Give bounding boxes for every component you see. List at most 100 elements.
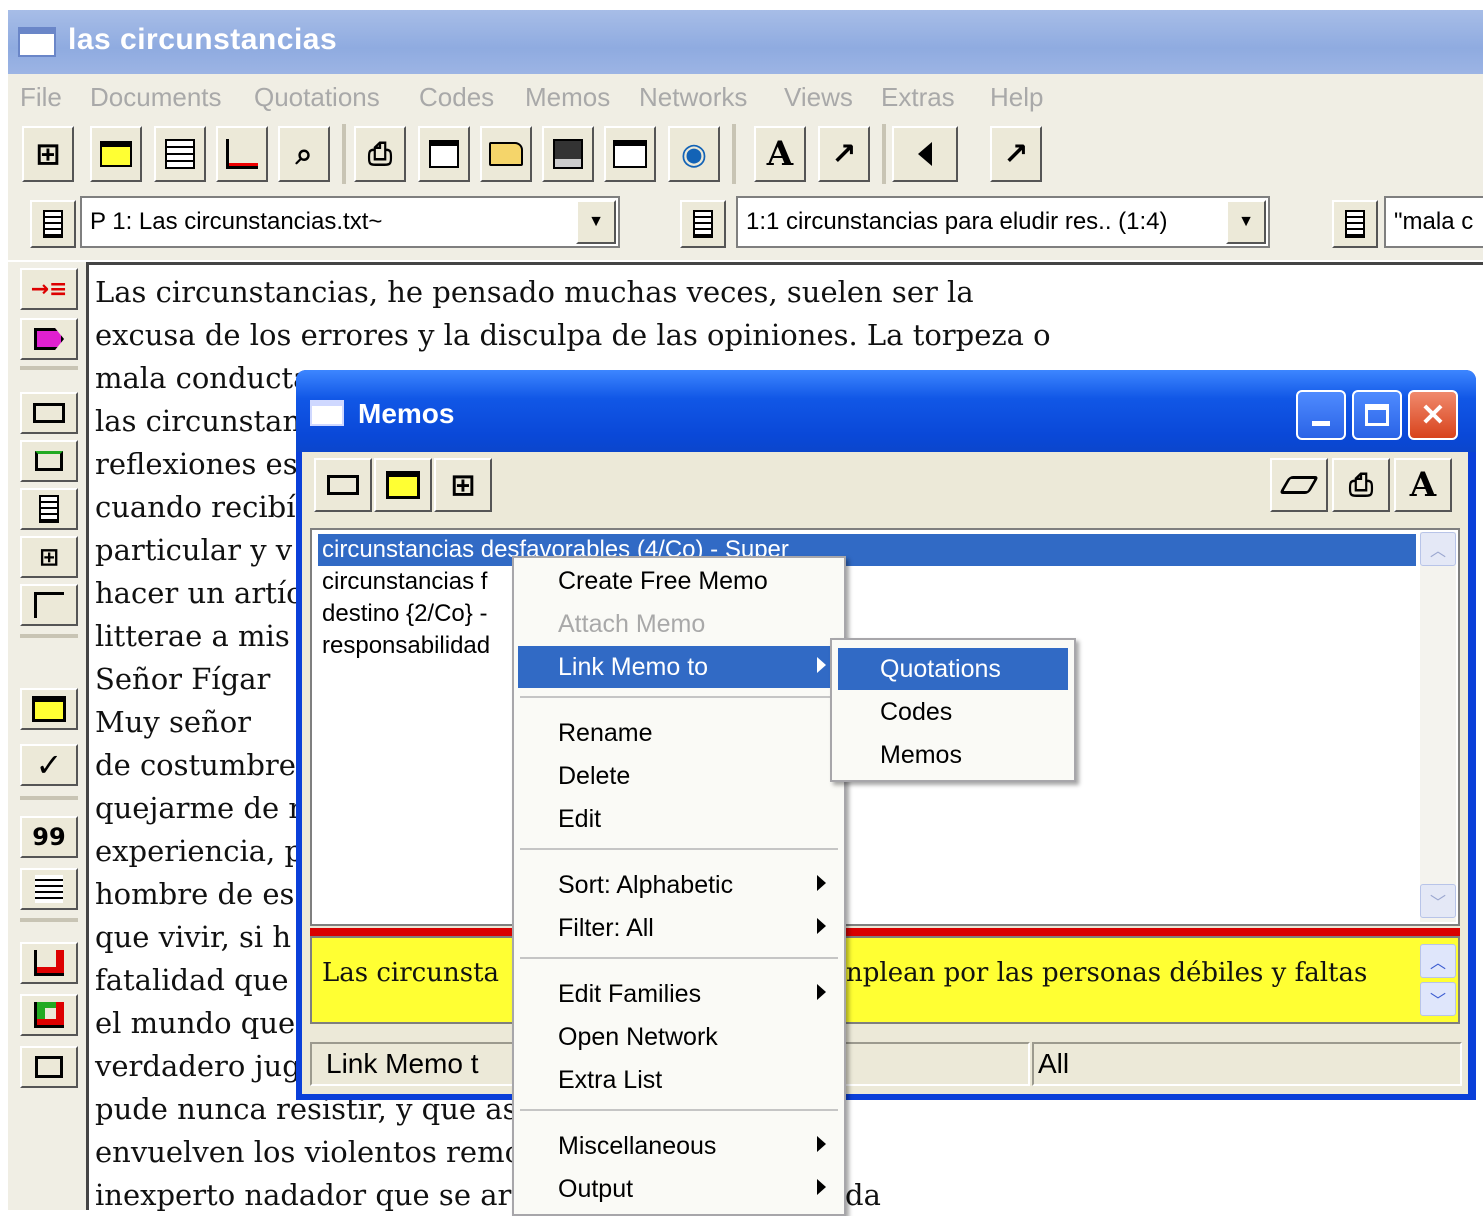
menu-help[interactable]: Help [990,82,1043,113]
menu-views[interactable]: Views [784,82,853,113]
green-red-tag-button[interactable] [20,994,78,1036]
code-in-vivo-button[interactable]: →≡ [20,268,78,310]
memo-list-item[interactable]: destino {2/Co} - [318,598,1416,630]
scroll-down-button[interactable]: ﹀ [1420,982,1456,1016]
menu-item-edit-families[interactable]: Edit Families [518,973,840,1015]
submenu-item-memos[interactable]: Memos [838,734,1068,776]
submenu-arrow-icon [817,1136,826,1152]
tool-button-2[interactable]: ↗ [990,126,1042,182]
close-button[interactable]: ✕ [1408,390,1458,440]
rectangle-icon [327,475,359,495]
window-toggle-button[interactable] [20,1046,78,1088]
back-arrow-icon [918,142,932,166]
menu-item-miscellaneous[interactable]: Miscellaneous [518,1125,840,1167]
tree-button[interactable] [216,126,268,182]
open-button[interactable] [480,126,532,182]
menu-quotations[interactable]: Quotations [254,82,380,113]
print-button[interactable]: ⎙ [354,126,406,182]
document-line: quejarme de r [95,791,303,825]
search-button[interactable]: ⌕ [278,126,330,182]
memos-title-bar[interactable]: Memos ✕ [296,370,1476,452]
menu-item-edit[interactable]: Edit [518,798,840,840]
font-a-icon: A [1409,465,1437,505]
memo-button[interactable] [20,688,78,730]
network-view-button[interactable]: ⊞ [20,536,78,578]
document-selector[interactable]: P 1: Las circunstancias.txt~ ▼ [80,196,620,248]
font-button[interactable]: A [754,126,806,182]
import-button[interactable] [154,126,206,182]
scroll-up-button[interactable]: ︿ [1420,532,1456,566]
submenu-arrow-icon [817,984,826,1000]
edit-quotation-button[interactable] [20,440,78,482]
quotation-list-button[interactable] [680,200,726,248]
menu-documents[interactable]: Documents [90,82,222,113]
status-message-text: Link Memo t [326,1048,479,1079]
arrow-right-icon: →≡ [30,276,68,302]
code-selector-value: "mala c [1394,208,1474,235]
submenu-item-quotations[interactable]: Quotations [838,648,1068,690]
menu-item-delete[interactable]: Delete [518,755,840,797]
edit-icon [35,451,63,471]
code-by-list-button[interactable] [20,318,78,360]
eraser-button[interactable] [1270,458,1328,512]
hammer-icon: ↗ [1003,136,1029,172]
menu-item-label: Open Network [558,1023,718,1051]
preview-scrollbar[interactable]: ︿ ﹀ [1420,940,1456,1020]
submenu-item-codes[interactable]: Codes [838,691,1068,733]
memo-list-item[interactable]: circunstancias f [318,566,1416,598]
menu-extras[interactable]: Extras [881,82,955,113]
memo-network-button[interactable]: ⊞ [434,458,492,512]
menu-item-output[interactable]: Output [518,1168,840,1210]
status-filter: All [1032,1042,1462,1086]
menu-file[interactable]: File [20,82,62,113]
scroll-up-button[interactable]: ︿ [1420,944,1456,978]
menu-memos[interactable]: Memos [525,82,610,113]
sort-button[interactable] [20,488,78,530]
window-list-button[interactable] [604,126,656,182]
menu-codes[interactable]: Codes [419,82,494,113]
margin-button[interactable] [20,868,78,910]
tag-icon [34,328,64,350]
menu-networks[interactable]: Networks [639,82,747,113]
code-list-button[interactable] [1332,200,1378,248]
memo-print-button[interactable]: ⎙ [1332,458,1390,512]
save-button[interactable] [542,126,594,182]
menu-item-create-free-memo[interactable]: Create Free Memo [518,560,840,602]
menu-item-filter[interactable]: Filter: All [518,907,840,949]
check-button[interactable]: ✓ [20,744,78,786]
menu-item-open-network[interactable]: Open Network [518,1016,840,1058]
dropdown-arrow-icon[interactable]: ▼ [576,200,616,244]
menu-item-sort[interactable]: Sort: Alphabetic [518,864,840,906]
window-button[interactable] [418,126,470,182]
quotation-selector[interactable]: 1:1 circunstancias para eludir res.. (1:… [736,196,1270,248]
new-memo-button[interactable] [314,458,372,512]
memo-font-button[interactable]: A [1394,458,1452,512]
main-title-bar[interactable]: las circunstancias [8,10,1483,74]
pane-splitter[interactable] [310,928,1460,936]
red-tag-button[interactable] [20,942,78,984]
quotation-button[interactable] [20,392,78,434]
minimize-button[interactable] [1296,390,1346,440]
menu-item-extra-list[interactable]: Extra List [518,1059,840,1101]
document-list-button[interactable] [30,200,76,248]
link-button[interactable] [20,584,78,626]
back-button[interactable] [892,126,958,182]
network-icon: ⊞ [450,467,476,503]
memo-list-item[interactable]: circunstancias desfavorables (4/Co) - Su… [318,534,1416,566]
memo-manager-button[interactable] [90,126,142,182]
maximize-button[interactable] [1352,390,1402,440]
menu-item-link-memo-to[interactable]: Link Memo to [518,646,840,688]
web-button[interactable]: ◉ [668,126,720,182]
network-manager-button[interactable]: ⊞ [22,126,74,182]
menu-item-rename[interactable]: Rename [518,712,840,754]
memo-list-scrollbar[interactable]: ︿ ﹀ [1420,532,1456,922]
tool-button[interactable]: ↗ [818,126,870,182]
code-selector[interactable]: "mala c [1384,196,1483,248]
memo-editor-button[interactable] [374,458,432,512]
count-button[interactable]: 99 [20,816,78,858]
memo-preview-pane[interactable]: Las circunsta nplean por las personas dé… [310,936,1460,1024]
dropdown-arrow-icon[interactable]: ▼ [1226,200,1266,244]
memo-preview-text-right: nplean por las personas débiles y faltas [846,958,1368,988]
menu-separator [520,1109,838,1111]
scroll-down-button[interactable]: ﹀ [1420,884,1456,918]
